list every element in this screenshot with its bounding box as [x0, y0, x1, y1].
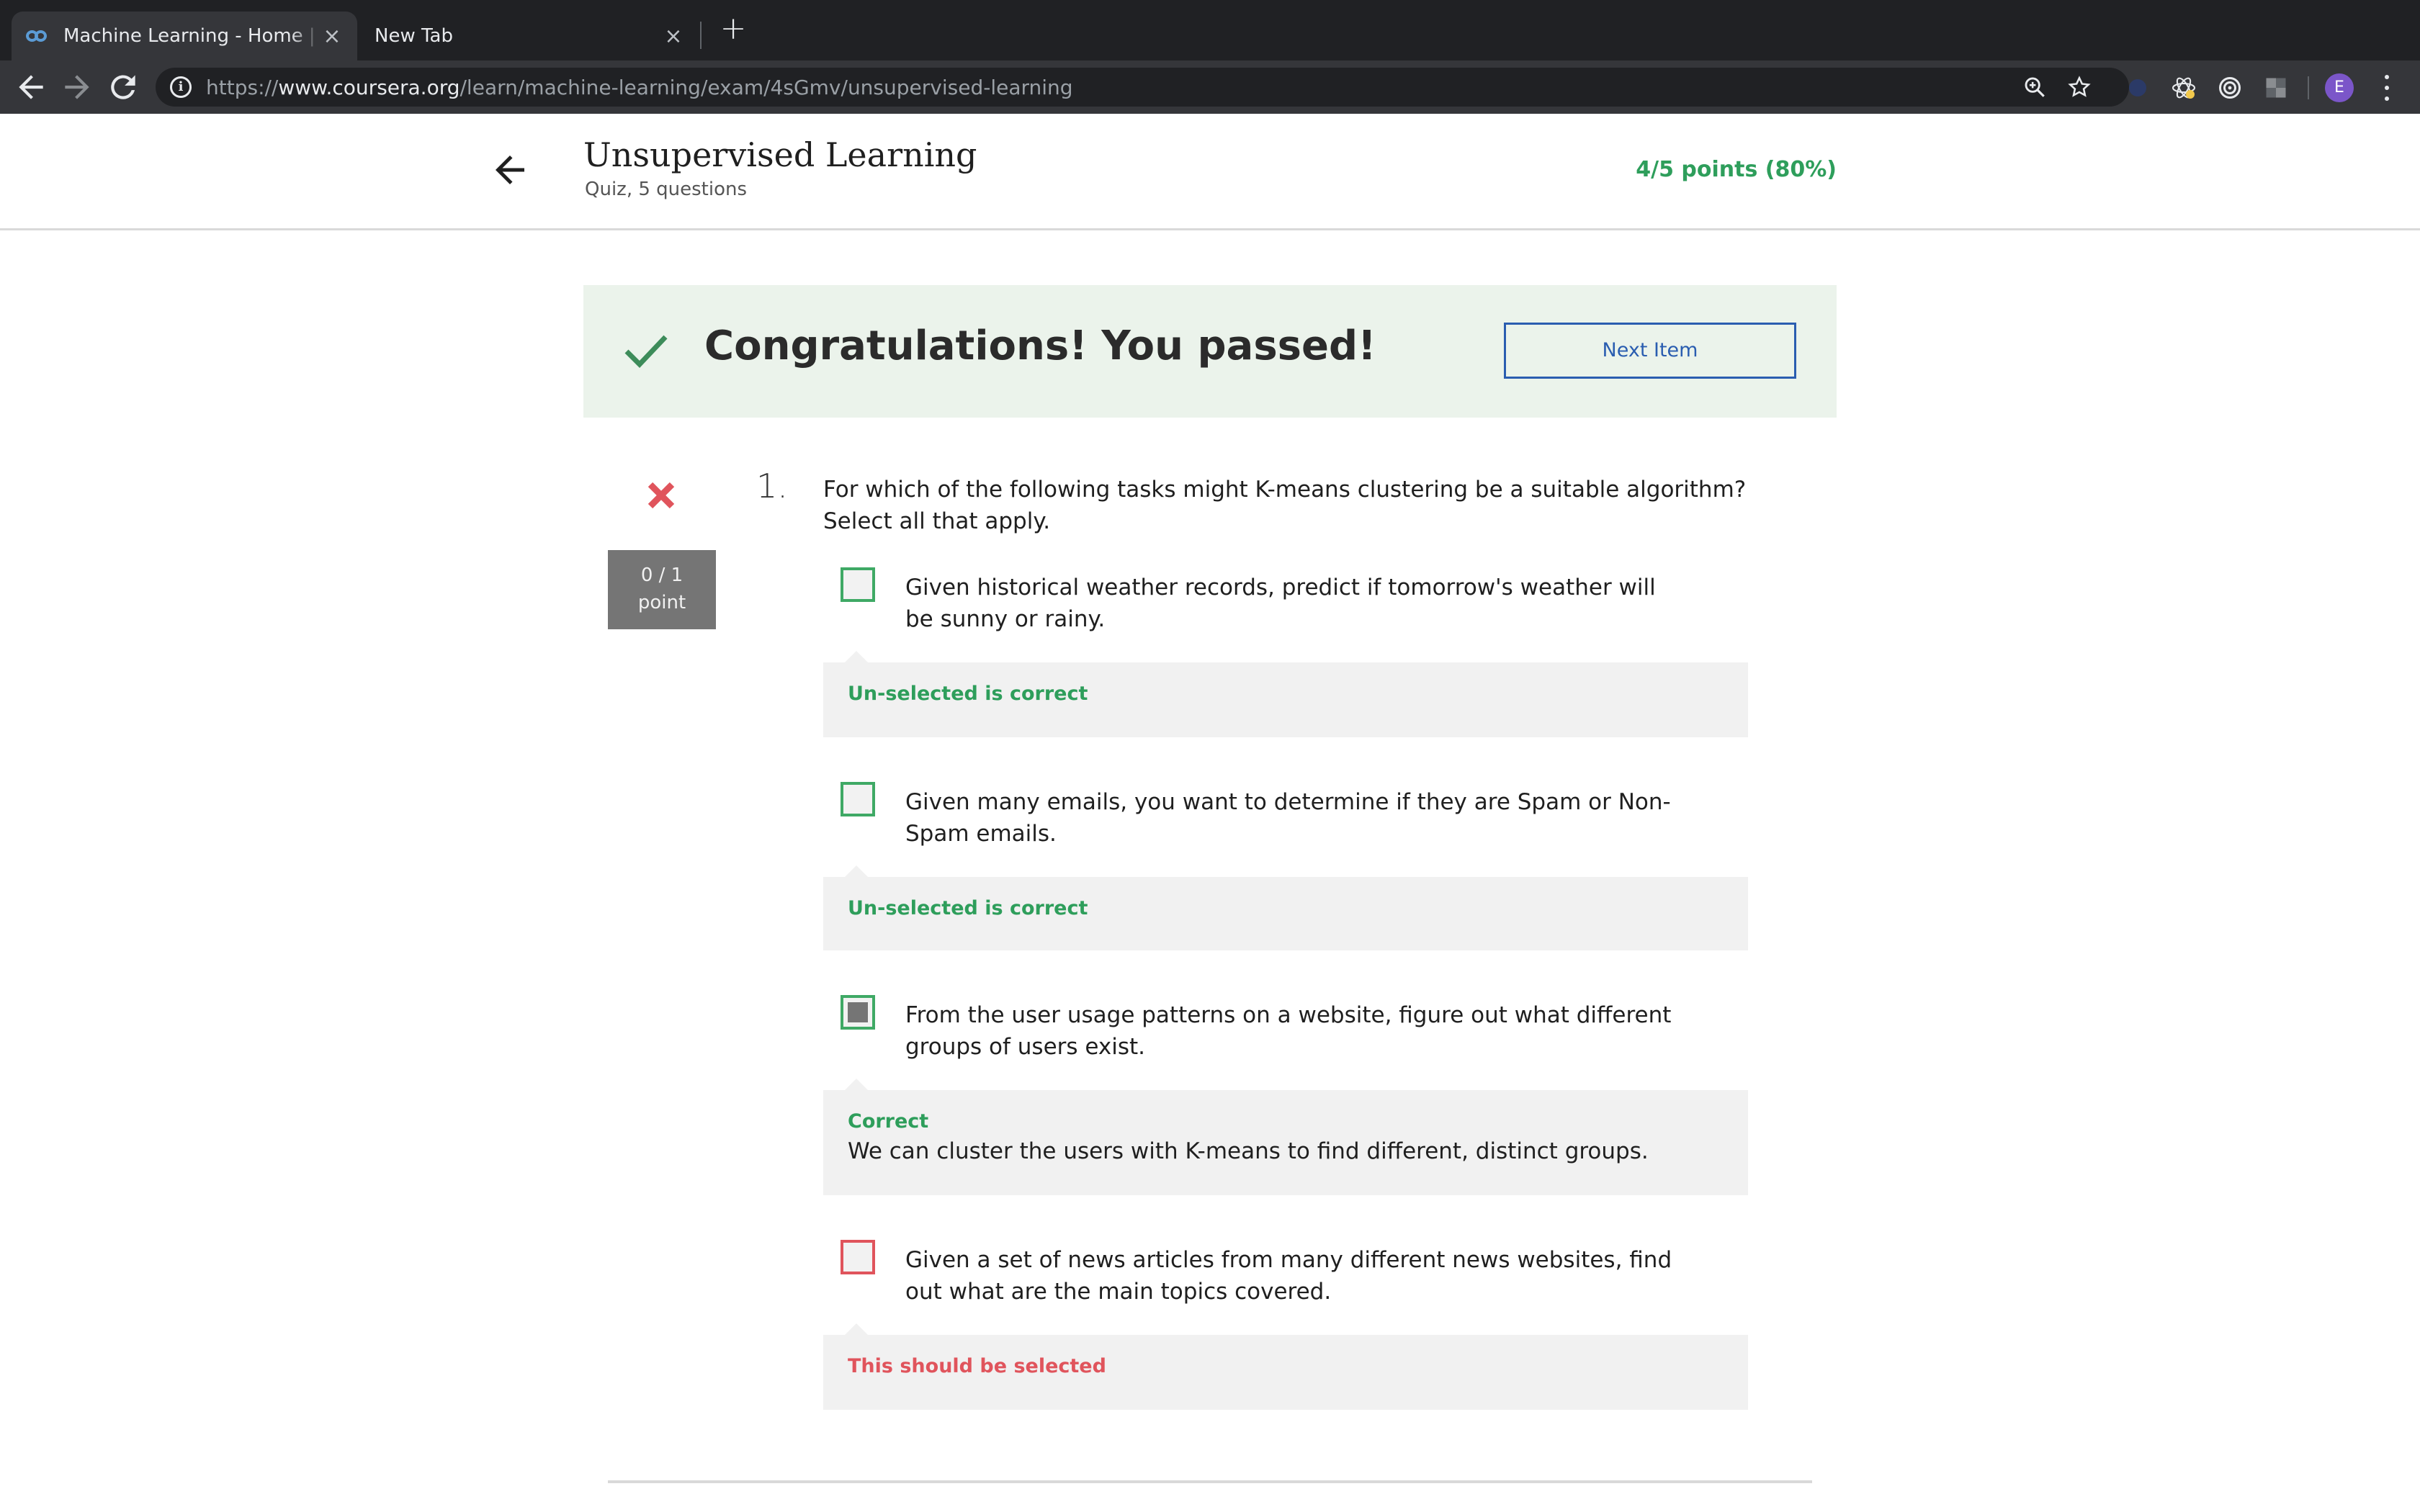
page-title: Unsupervised Learning [583, 135, 977, 174]
close-tab-icon[interactable]: × [321, 24, 343, 49]
back-button[interactable] [13, 69, 49, 105]
incorrect-x-icon [647, 481, 676, 510]
close-tab-icon[interactable]: × [663, 24, 684, 49]
option-checkbox[interactable] [841, 782, 875, 816]
tab-new-tab[interactable]: New Tab × [360, 12, 699, 60]
reload-icon [111, 75, 135, 99]
feedback-explanation: We can cluster the users with K-means to… [848, 1138, 1649, 1164]
option-feedback: Un-selected is correct [823, 865, 1748, 950]
option-checkbox[interactable] [841, 567, 875, 602]
profile-avatar[interactable]: E [2325, 73, 2354, 102]
option-text: Given historical weather records, predic… [905, 575, 1656, 632]
feedback-label: Correct [848, 1110, 929, 1133]
option-checkbox[interactable] [841, 1240, 875, 1274]
option-text: Given many emails, you want to determine… [905, 789, 1671, 847]
option-feedback: Un-selected is correct [823, 651, 1748, 737]
option-feedback: Correct We can cluster the users with K-… [823, 1079, 1748, 1195]
zoom-icon[interactable] [2022, 75, 2047, 99]
extension-dark-icon[interactable] [2125, 75, 2151, 101]
back-to-course-icon[interactable] [488, 148, 532, 192]
forward-button[interactable] [59, 69, 95, 105]
tab-machine-learning[interactable]: Machine Learning - Home | Coursera × [12, 12, 357, 60]
extension-target-icon[interactable] [2217, 75, 2243, 101]
tab-title: New Tab [375, 25, 453, 47]
tab-separator [700, 22, 702, 49]
forward-arrow-icon [65, 75, 89, 99]
back-arrow-icon [19, 75, 43, 99]
question-number: 1. [756, 467, 788, 505]
quiz-subtitle: Quiz, 5 questions [585, 179, 748, 200]
pass-message: Congratulations! You passed! [704, 323, 1376, 369]
coursera-favicon-icon [26, 29, 49, 43]
address-bar[interactable]: i https://www.coursera.org/learn/machine… [156, 68, 2129, 107]
next-item-button[interactable]: Next Item [1504, 323, 1796, 379]
question-text: For which of the following tasks might K… [823, 477, 1747, 534]
feedback-label: Un-selected is correct [848, 683, 1088, 705]
url-text: https://www.coursera.org/learn/machine-l… [206, 75, 1073, 99]
question-score-badge: 0 / 1 point [608, 550, 716, 629]
quiz-header: Unsupervised Learning Quiz, 5 questions … [0, 114, 2420, 230]
score-unit: point [637, 592, 686, 613]
browser-tab-bar: Machine Learning - Home | Coursera × New… [0, 0, 2420, 60]
question-divider [608, 1480, 1812, 1483]
feedback-label: Un-selected is correct [848, 897, 1088, 919]
checkmark-icon [624, 333, 668, 370]
extension-react-icon[interactable] [2171, 75, 2197, 101]
tab-title: Machine Learning - Home | Coursera [63, 25, 321, 47]
reload-button[interactable] [105, 69, 141, 105]
score-summary: 4/5 points (80%) [1636, 157, 1837, 182]
site-info-icon[interactable]: i [170, 76, 192, 98]
extension-grid-icon[interactable] [2263, 75, 2289, 101]
browser-toolbar: i https://www.coursera.org/learn/machine… [0, 60, 2420, 114]
option-feedback: This should be selected [823, 1323, 1748, 1410]
score-value: 0 / 1 [640, 564, 684, 586]
bookmark-star-icon[interactable] [2067, 75, 2092, 99]
option-text: Given a set of news articles from many d… [905, 1247, 1672, 1305]
checkbox-fill [848, 1002, 868, 1022]
pass-banner: Congratulations! You passed! Next Item [583, 285, 1837, 418]
option-text: From the user usage patterns on a websit… [905, 1002, 1672, 1060]
option-checkbox-checked[interactable] [841, 995, 875, 1030]
toolbar-divider [2308, 76, 2309, 99]
browser-menu-icon[interactable] [2380, 72, 2394, 104]
new-tab-button[interactable]: + [717, 13, 749, 45]
feedback-label: This should be selected [848, 1355, 1106, 1377]
